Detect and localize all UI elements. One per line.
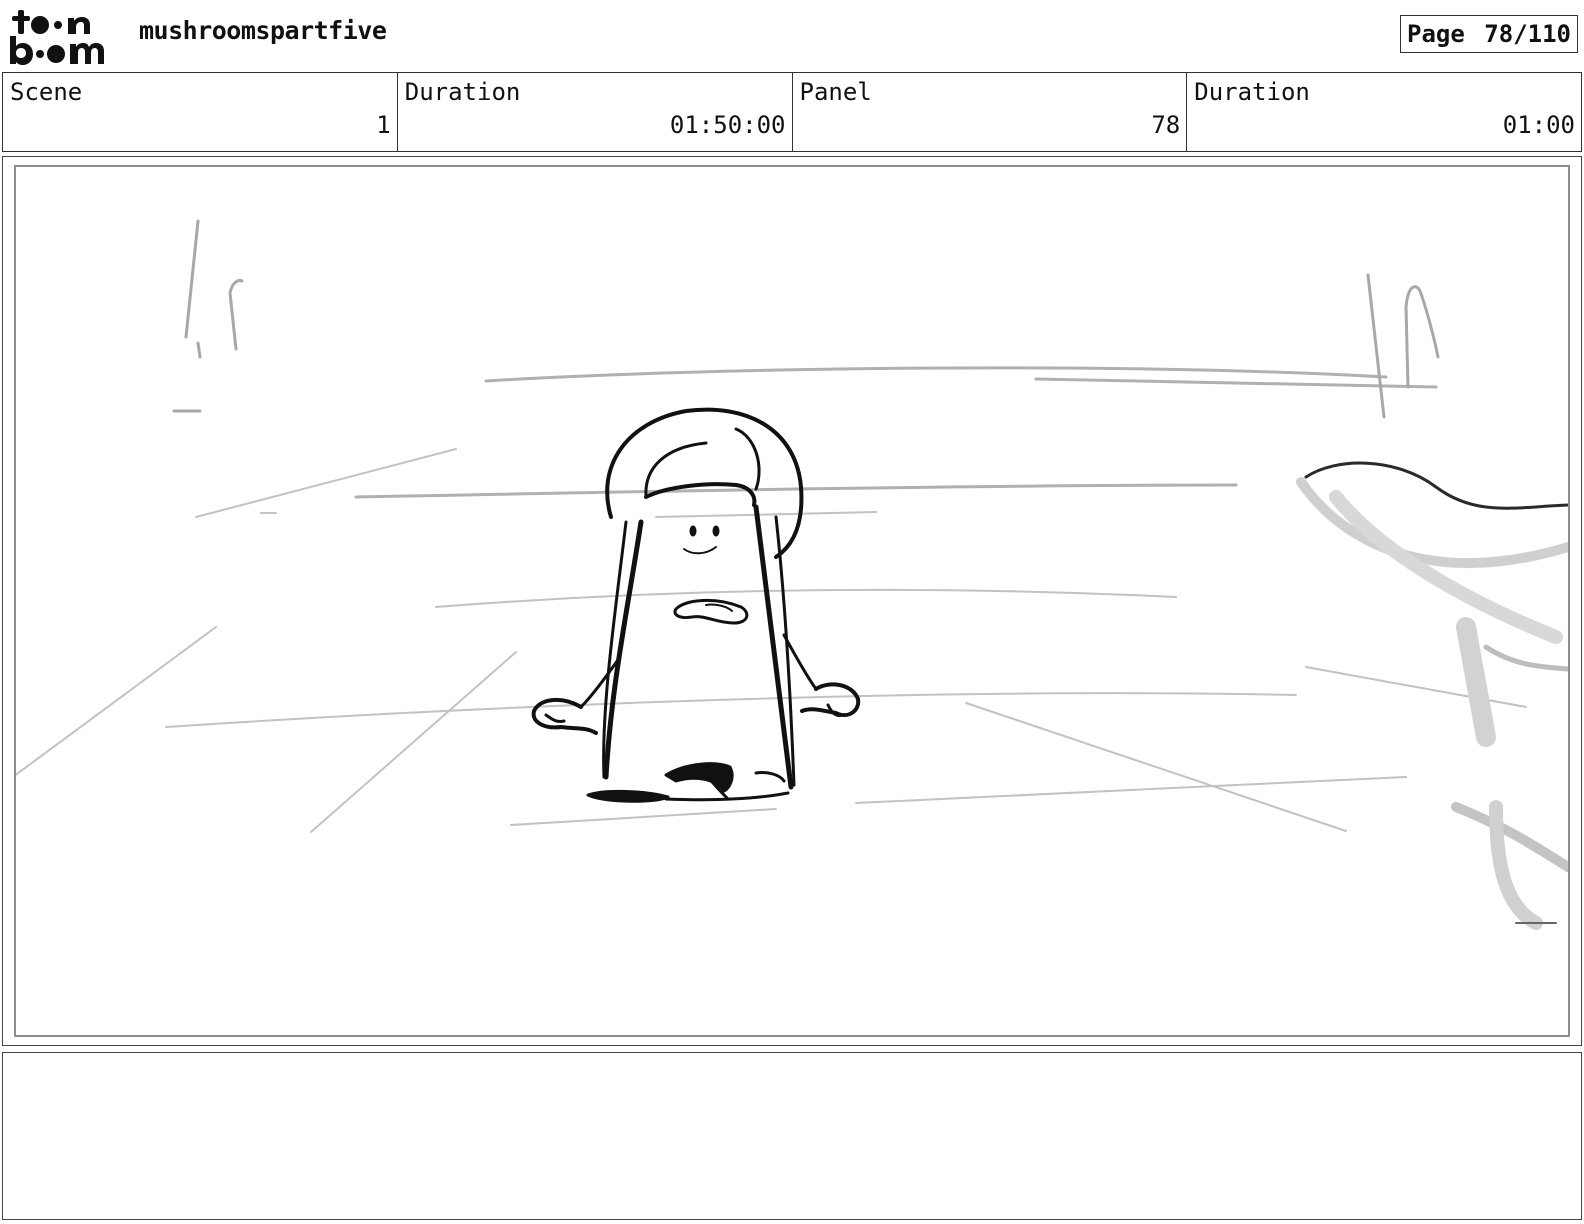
panel-duration-label: Duration [1194,78,1310,106]
project-title: mushroomspartfive [139,16,387,45]
page-label: Page [1407,20,1465,48]
page-number: 78/110 [1484,20,1571,48]
scene-duration-cell: Duration 01:50:00 [398,73,793,151]
panel-cell: Panel 78 [793,73,1188,151]
scene-cell: Scene 1 [3,73,398,151]
panel-notes-box [2,1052,1582,1220]
panel-label: Panel [799,78,872,106]
scene-label: Scene [10,78,83,106]
panel-number: 78 [1151,111,1181,139]
storyboard-panel-image [14,165,1570,1037]
scene-duration-value: 01:50:00 [669,111,786,139]
scene-duration-label: Duration [404,78,521,106]
storyboard-panel-frame [2,156,1582,1046]
panel-duration-cell: Duration 01:00 [1187,73,1581,151]
scene-info-row: Scene 1 Duration 01:50:00 Panel 78 Durat… [2,72,1582,152]
toon-boom-logo [6,6,118,66]
panel-duration-value: 01:00 [1502,111,1575,139]
storyboard-sketch [16,219,1568,930]
page-indicator: Page 78/110 [1400,15,1578,53]
scene-number: 1 [376,111,391,139]
